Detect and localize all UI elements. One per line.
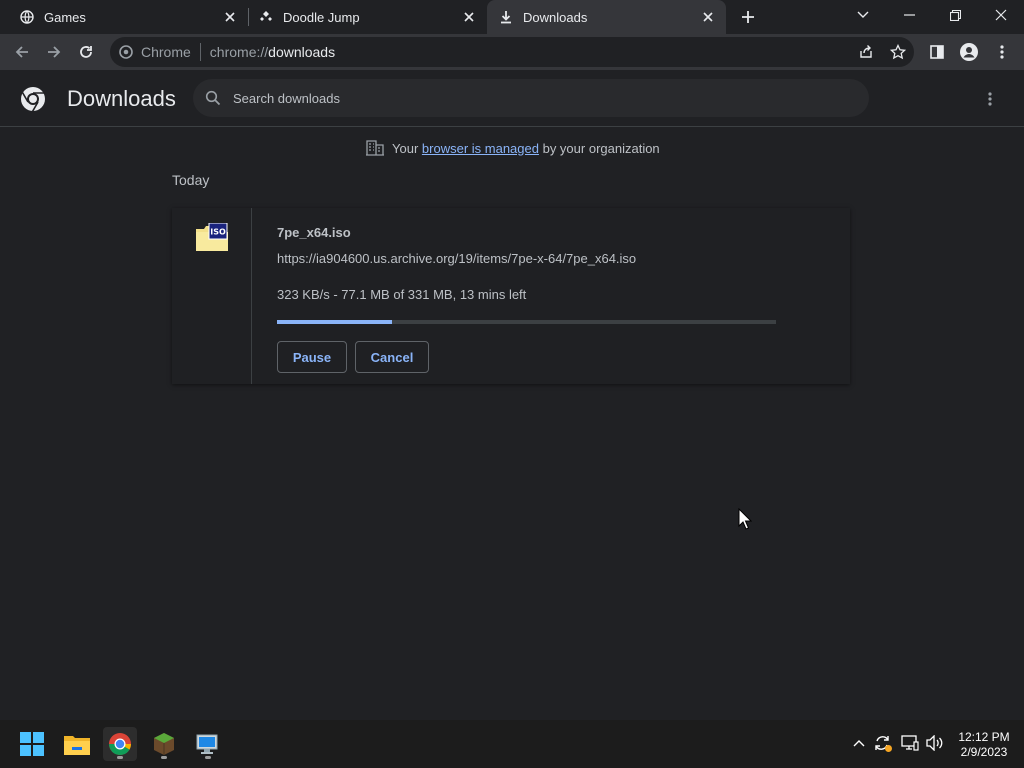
url-host: downloads — [268, 44, 336, 60]
managed-notice: Your browser is managed by your organiza… — [366, 140, 660, 156]
download-progress-bar — [277, 320, 776, 324]
download-progress-fill — [277, 320, 392, 324]
search-icon — [205, 90, 221, 106]
tab-strip: Games Doodle Jump Downloads — [0, 0, 1024, 34]
taskbar-clock[interactable]: 12:12 PM 2/9/2023 — [948, 730, 1020, 760]
restore-button[interactable] — [932, 0, 978, 30]
tab-label: Downloads — [523, 9, 588, 25]
chrome-taskbar-icon[interactable] — [103, 727, 137, 761]
running-indicator — [117, 756, 123, 759]
chrome-icon — [119, 45, 133, 59]
tab-downloads[interactable]: Downloads — [487, 0, 726, 34]
close-icon[interactable] — [222, 9, 238, 25]
tab-games[interactable]: Games — [0, 0, 248, 34]
taskbar — [0, 720, 1024, 768]
search-input[interactable] — [233, 90, 833, 106]
cancel-button[interactable]: Cancel — [355, 341, 429, 373]
tab-doodle-jump[interactable]: Doodle Jump — [239, 0, 487, 34]
clock-time: 12:12 PM — [958, 730, 1010, 744]
bookmark-star-icon[interactable] — [884, 38, 912, 66]
download-item: ISO 7pe_x64.iso https://ia904600.us.arch… — [172, 208, 850, 384]
share-icon[interactable] — [852, 38, 880, 66]
running-indicator — [205, 756, 211, 759]
forward-button[interactable] — [40, 38, 68, 66]
side-panel-icon[interactable] — [923, 38, 951, 66]
file-icon-column: ISO — [172, 208, 252, 384]
date-header: Today — [172, 172, 210, 188]
managed-prefix: Your — [392, 140, 419, 156]
show-hidden-icons-chevron-icon[interactable] — [848, 732, 870, 754]
search-downloads[interactable] — [193, 79, 869, 117]
site-chip-label: Chrome — [141, 44, 191, 60]
site-chip[interactable]: Chrome — [119, 44, 191, 60]
omnibox-separator — [199, 43, 201, 61]
minimize-button[interactable] — [886, 0, 932, 30]
browser-managed-link[interactable]: browser is managed — [422, 141, 539, 156]
chrome-logo-icon — [20, 86, 46, 112]
download-filename[interactable]: 7pe_x64.iso — [277, 225, 351, 240]
new-tab-button[interactable] — [738, 7, 758, 27]
building-icon — [366, 140, 384, 156]
download-icon — [499, 10, 513, 24]
clock-date: 2/9/2023 — [960, 745, 1008, 759]
file-explorer-icon[interactable] — [60, 727, 94, 761]
globe-icon — [20, 10, 34, 24]
minecraft-icon[interactable] — [147, 727, 181, 761]
close-icon[interactable] — [461, 9, 477, 25]
tab-label: Games — [44, 9, 86, 25]
address-bar[interactable]: Chrome chrome://downloads — [110, 37, 914, 67]
download-url[interactable]: https://ia904600.us.archive.org/19/items… — [277, 251, 636, 266]
volume-icon[interactable] — [924, 732, 946, 754]
back-button[interactable] — [8, 38, 36, 66]
running-indicator — [161, 756, 167, 759]
pause-button[interactable]: Pause — [277, 341, 347, 373]
close-icon[interactable] — [700, 9, 716, 25]
profile-avatar-icon[interactable] — [955, 38, 983, 66]
chrome-menu-icon[interactable] — [988, 38, 1016, 66]
url-scheme: chrome:// — [209, 44, 269, 60]
toolbar: Chrome chrome://downloads — [0, 34, 1024, 70]
page-title: Downloads — [67, 86, 176, 111]
sync-warning-icon[interactable] — [872, 732, 894, 754]
tab-label: Doodle Jump — [283, 9, 360, 25]
mouse-cursor-icon — [738, 507, 753, 530]
tab-search-chevron-icon[interactable] — [840, 0, 886, 30]
managed-suffix: by your organization — [542, 140, 660, 156]
network-icon[interactable] — [899, 732, 921, 754]
download-status: 323 KB/s - 77.1 MB of 331 MB, 13 mins le… — [277, 287, 527, 302]
iso-file-icon: ISO — [196, 222, 228, 251]
doodle-jump-icon — [259, 10, 273, 24]
windows-start-icon[interactable] — [15, 727, 49, 761]
iso-badge-label: ISO — [210, 228, 226, 237]
reload-button[interactable] — [72, 38, 100, 66]
more-actions-icon[interactable] — [978, 87, 1002, 111]
remote-desktop-icon[interactable] — [191, 727, 225, 761]
close-window-button[interactable] — [978, 0, 1024, 30]
downloads-header: Downloads — [0, 70, 1024, 127]
